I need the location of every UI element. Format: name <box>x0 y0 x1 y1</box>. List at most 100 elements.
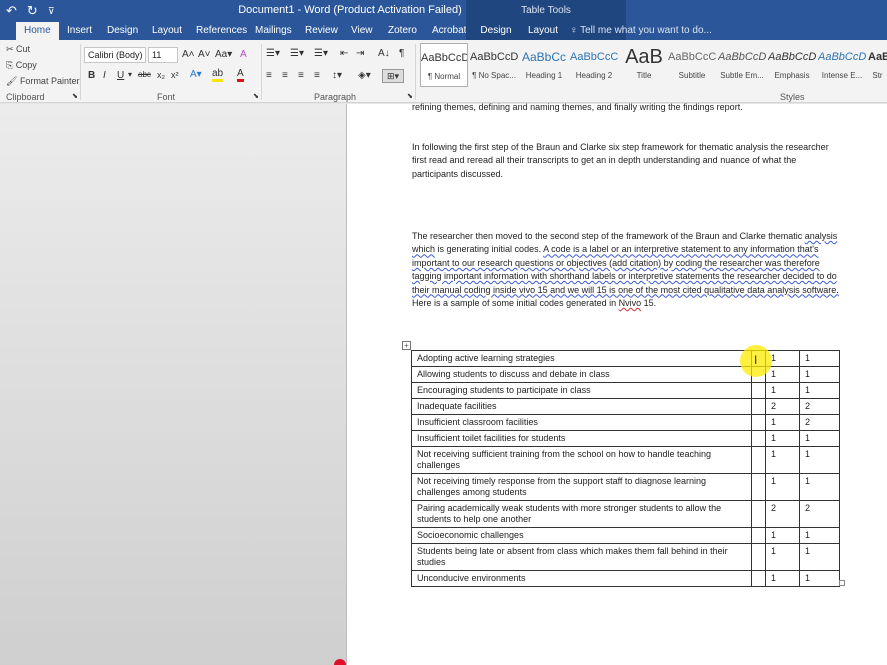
style-heading-2[interactable]: AaBbCcC Heading 2 <box>570 43 618 87</box>
align-center-icon[interactable]: ≡ <box>282 70 288 81</box>
code-cell[interactable]: Students being late or absent from class… <box>411 543 752 571</box>
sort-icon[interactable]: A↓ <box>378 48 390 59</box>
style-strong[interactable]: AaBbStr <box>868 43 887 87</box>
paragraph-launcher-icon[interactable]: ⬊ <box>407 92 413 100</box>
empty-cell[interactable] <box>751 543 766 571</box>
subscript-icon[interactable]: x₂ <box>157 70 165 80</box>
shrink-font-icon[interactable]: A˅ <box>198 49 211 60</box>
align-left-icon[interactable]: ≡ <box>266 70 272 81</box>
code-cell[interactable]: Socioeconomic challenges <box>411 527 752 544</box>
italic-icon[interactable]: I <box>103 70 106 81</box>
underline-icon[interactable]: U <box>117 70 124 81</box>
style-normal[interactable]: AaBbCcDc¶ Normal <box>420 43 468 87</box>
tab-mailings[interactable]: Mailings <box>255 22 292 40</box>
tab-home[interactable]: Home <box>16 22 59 40</box>
count-a-cell[interactable]: 1 <box>765 366 800 383</box>
style-no-spacing[interactable]: AaBbCcDc¶ No Spac... <box>470 43 518 87</box>
table-resize-handle[interactable] <box>839 580 845 586</box>
code-cell[interactable]: Pairing academically weak students with … <box>411 500 752 528</box>
count-b-cell[interactable]: 1 <box>799 570 840 587</box>
tab-acrobat[interactable]: Acrobat <box>432 22 466 40</box>
count-a-cell[interactable]: 1 <box>765 382 800 399</box>
decrease-indent-icon[interactable]: ⇤ <box>340 48 348 59</box>
empty-cell[interactable] <box>751 570 766 587</box>
tab-zotero[interactable]: Zotero <box>388 22 417 40</box>
empty-cell[interactable] <box>751 382 766 399</box>
count-a-cell[interactable]: 1 <box>765 414 800 431</box>
code-cell[interactable]: Not receiving sufficient training from t… <box>411 446 752 474</box>
code-cell[interactable]: Insufficient toilet facilities for stude… <box>411 430 752 447</box>
count-a-cell[interactable]: 1 <box>765 430 800 447</box>
empty-cell[interactable] <box>751 414 766 431</box>
superscript-icon[interactable]: x² <box>171 70 179 80</box>
code-cell[interactable]: Encouraging students to participate in c… <box>411 382 752 399</box>
count-a-cell[interactable]: 2 <box>765 500 800 528</box>
font-size-select[interactable]: 11 <box>148 47 178 63</box>
tab-layout[interactable]: Layout <box>152 22 182 40</box>
style-heading-1[interactable]: AaBbCc Heading 1 <box>520 43 568 87</box>
increase-indent-icon[interactable]: ⇥ <box>356 48 364 59</box>
count-b-cell[interactable]: 2 <box>799 500 840 528</box>
count-b-cell[interactable]: 1 <box>799 543 840 571</box>
style-title[interactable]: AaB Title <box>620 43 668 87</box>
code-cell[interactable]: Not receiving timely response from the s… <box>411 473 752 501</box>
tab-references[interactable]: References <box>196 22 247 40</box>
code-cell[interactable]: Adopting active learning strategies <box>411 350 752 367</box>
underline-dropdown-icon[interactable]: ▾ <box>128 70 132 79</box>
font-color-icon[interactable]: A <box>237 69 244 82</box>
empty-cell[interactable] <box>751 430 766 447</box>
code-cell[interactable]: Unconducive environments <box>411 570 752 587</box>
bullets-icon[interactable]: ☰▾ <box>266 48 280 59</box>
empty-cell[interactable] <box>751 446 766 474</box>
shading-icon[interactable]: ◈▾ <box>358 70 371 81</box>
count-b-cell[interactable]: 1 <box>799 473 840 501</box>
code-cell[interactable]: Insufficient classroom facilities <box>411 414 752 431</box>
tab-review[interactable]: Review <box>305 22 338 40</box>
count-a-cell[interactable]: 1 <box>765 570 800 587</box>
justify-icon[interactable]: ≡ <box>314 70 320 81</box>
table-move-handle[interactable]: + <box>402 341 411 350</box>
count-b-cell[interactable]: 2 <box>799 414 840 431</box>
clipboard-launcher-icon[interactable]: ⬊ <box>72 92 78 100</box>
multilevel-list-icon[interactable]: ☰▾ <box>314 48 328 59</box>
tell-me-box[interactable]: ♀ Tell me what you want to do... <box>570 22 712 40</box>
align-right-icon[interactable]: ≡ <box>298 70 304 81</box>
count-b-cell[interactable]: 1 <box>799 350 840 367</box>
highlight-color-icon[interactable]: ab <box>212 69 224 82</box>
tab-design[interactable]: Design <box>107 22 138 40</box>
document-page[interactable]: refining themes, defining and naming the… <box>346 102 887 665</box>
font-family-select[interactable]: Calibri (Body) <box>84 47 146 63</box>
tab-table-design[interactable]: Design <box>466 22 526 40</box>
count-b-cell[interactable]: 2 <box>799 398 840 415</box>
change-case-button[interactable]: Aa▾ <box>215 49 232 60</box>
copy-button[interactable]: ⎘ Copy <box>6 60 37 71</box>
count-a-cell[interactable]: 2 <box>765 398 800 415</box>
tab-insert[interactable]: Insert <box>67 22 92 40</box>
show-marks-icon[interactable]: ¶ <box>399 48 404 59</box>
code-cell[interactable]: Allowing students to discuss and debate … <box>411 366 752 383</box>
bold-icon[interactable]: B <box>88 70 95 81</box>
count-b-cell[interactable]: 1 <box>799 366 840 383</box>
code-cell[interactable]: Inadequate facilities <box>411 398 752 415</box>
text-effects-icon[interactable]: A▾ <box>190 69 202 80</box>
count-b-cell[interactable]: 1 <box>799 430 840 447</box>
cut-button[interactable]: ✂ Cut <box>6 44 30 55</box>
count-b-cell[interactable]: 1 <box>799 446 840 474</box>
count-b-cell[interactable]: 1 <box>799 527 840 544</box>
count-a-cell[interactable]: 1 <box>765 543 800 571</box>
style-emphasis[interactable]: AaBbCcDcEmphasis <box>768 43 816 87</box>
empty-cell[interactable] <box>751 398 766 415</box>
strikethrough-icon[interactable]: abc <box>138 70 151 79</box>
empty-cell[interactable] <box>751 500 766 528</box>
numbering-icon[interactable]: ☰▾ <box>290 48 304 59</box>
tab-view[interactable]: View <box>351 22 373 40</box>
line-spacing-icon[interactable]: ↕▾ <box>332 70 342 81</box>
grow-font-icon[interactable]: A˄ <box>182 49 195 60</box>
font-launcher-icon[interactable]: ⬊ <box>253 92 259 100</box>
style-intense-emphasis[interactable]: AaBbCcDcIntense E... <box>818 43 866 87</box>
style-subtitle[interactable]: AaBbCcC Subtitle <box>668 43 716 87</box>
style-subtle-emphasis[interactable]: AaBbCcDcSubtle Em... <box>718 43 766 87</box>
clear-formatting-icon[interactable]: A <box>240 49 247 60</box>
count-b-cell[interactable]: 1 <box>799 382 840 399</box>
borders-icon[interactable]: ⊞▾ <box>382 69 404 83</box>
